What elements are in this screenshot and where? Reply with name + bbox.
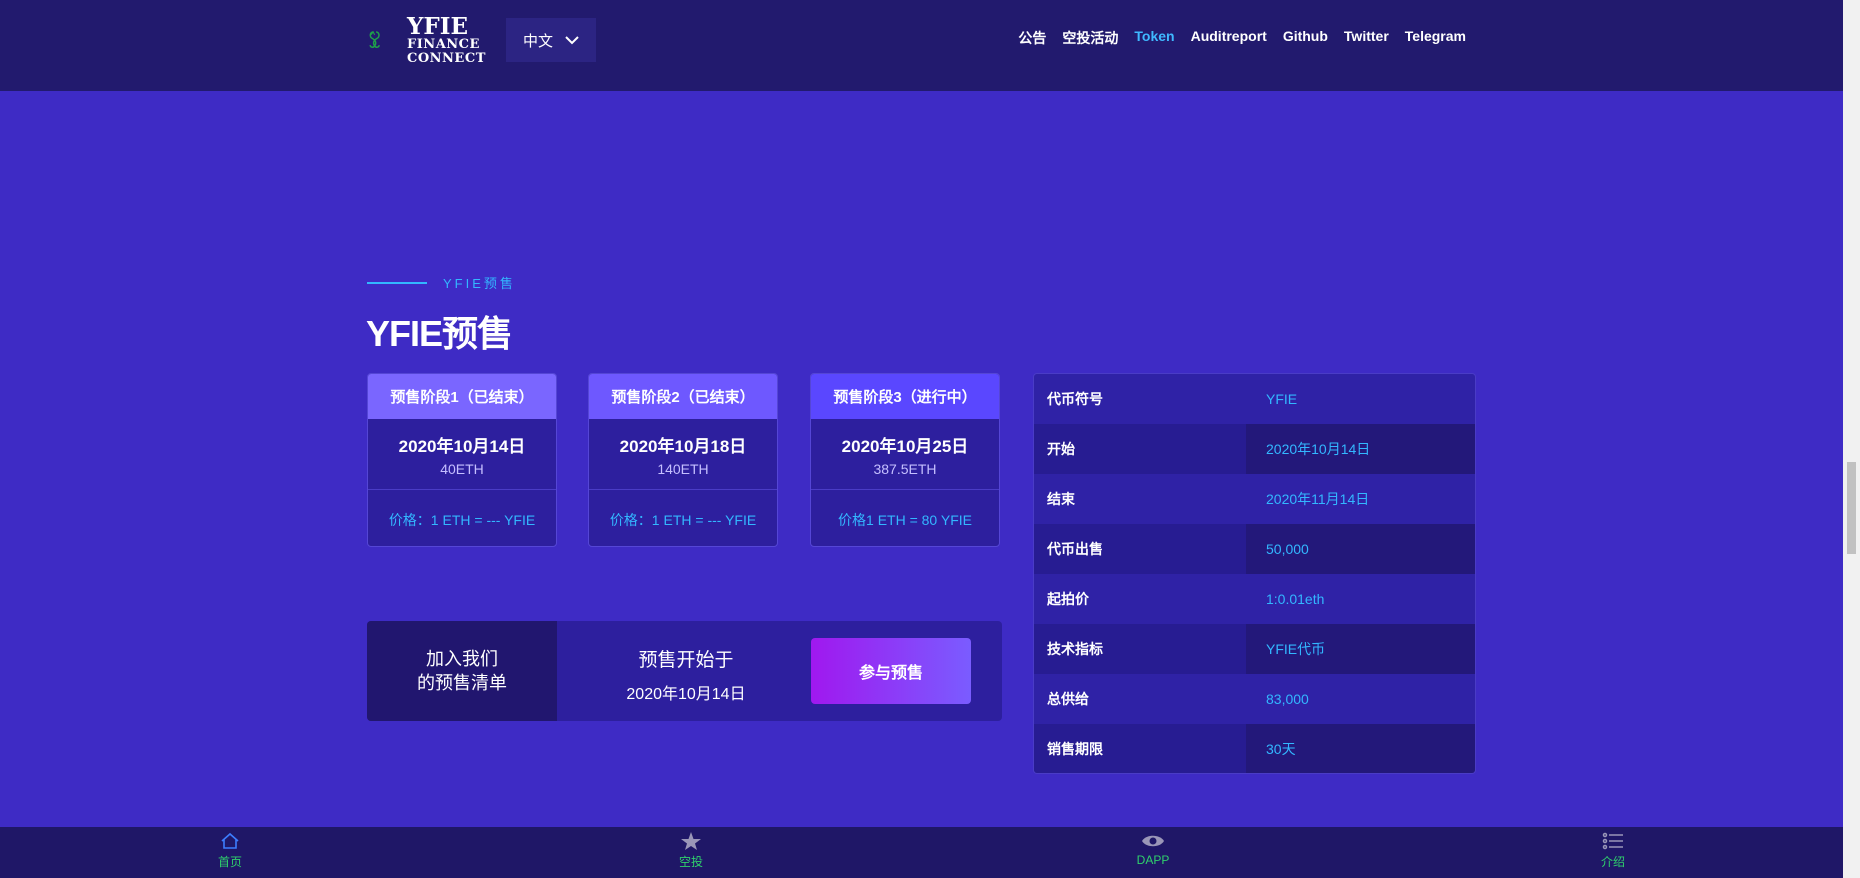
row-key: 起拍价: [1034, 574, 1246, 624]
table-row: 起拍价 1:0.01eth: [1034, 574, 1475, 624]
page-scrollbar[interactable]: [1843, 0, 1860, 878]
nav-github[interactable]: Github: [1283, 28, 1328, 48]
tab-airdrop[interactable]: 空投: [651, 831, 731, 870]
stage-amount: 140ETH: [657, 461, 709, 477]
table-row: 总供给 83,000: [1034, 674, 1475, 724]
token-info-table: 代币符号 YFIE 开始 2020年10月14日 结束 2020年11月14日 代币出…: [1033, 373, 1476, 774]
nav-auditreport[interactable]: Auditreport: [1191, 28, 1267, 48]
nav-announcement[interactable]: 公告: [1018, 28, 1046, 48]
table-row: 结束 2020年11月14日: [1034, 474, 1475, 524]
table-row: 开始 2020年10月14日: [1034, 424, 1475, 474]
table-row: 代币出售 50,000: [1034, 524, 1475, 574]
row-key: 代币符号: [1034, 374, 1246, 424]
row-key: 开始: [1034, 424, 1246, 474]
tab-dapp-label: DAPP: [1136, 853, 1170, 867]
logo-line3: CONNECT: [407, 51, 486, 66]
stage-amount: 387.5ETH: [873, 461, 937, 477]
row-key: 总供给: [1034, 674, 1246, 724]
stage-info: 2020年10月18日 140ETH: [589, 419, 777, 490]
table-row: 代币符号 YFIE: [1034, 374, 1475, 424]
row-key: 销售期限: [1034, 724, 1246, 773]
stage-amount: 40ETH: [440, 461, 484, 477]
stage-price: 价格：1 ETH = --- YFIE: [609, 512, 757, 528]
stage-info: 2020年10月14日 40ETH: [368, 419, 556, 490]
stage-date: 2020年10月14日: [398, 437, 526, 456]
stage-title: 预售阶段2（已结束）: [589, 374, 777, 419]
join-line1: 加入我们: [426, 649, 498, 669]
nav-token[interactable]: Token: [1134, 28, 1174, 48]
nav-twitter[interactable]: Twitter: [1344, 28, 1389, 48]
join-line2: 的预售清单: [417, 673, 507, 693]
nav-airdrop[interactable]: 空投活动: [1062, 28, 1118, 48]
presale-start-label: 预售开始于: [638, 650, 734, 671]
tab-intro-label: 介绍: [1600, 855, 1625, 869]
home-icon: [221, 832, 239, 849]
top-header: YFIE FINANCE CONNECT 中文 公告 空投活动 Token Au…: [0, 0, 1843, 91]
row-value: 30天: [1246, 724, 1475, 773]
row-key: 结束: [1034, 474, 1246, 524]
stage-date: 2020年10月18日: [619, 437, 747, 456]
presale-join-panel: 加入我们 的预售清单 预售开始于 2020年10月14日 参与预售: [367, 621, 1002, 721]
stage-price: 价格：1 ETH = --- YFIE: [388, 512, 536, 528]
tab-dapp[interactable]: DAPP: [1113, 831, 1193, 867]
row-value: YFIE代币: [1246, 624, 1475, 674]
stage-price: 价格1 ETH = 80 YFIE: [838, 512, 972, 528]
bottom-tab-bar: 首页 空投 DAPP 介绍: [0, 827, 1843, 878]
nav-telegram[interactable]: Telegram: [1405, 28, 1466, 48]
stage-title: 预售阶段1（已结束）: [368, 374, 556, 419]
row-value: 2020年11月14日: [1246, 474, 1475, 524]
airdrop-icon: [681, 832, 701, 850]
main-nav: 公告 空投活动 Token Auditreport Github Twitter…: [1018, 28, 1466, 48]
chevron-down-icon: [565, 36, 579, 45]
join-list-text: 加入我们 的预售清单: [367, 621, 557, 721]
eyebrow-line: [367, 281, 427, 284]
tab-home[interactable]: 首页: [190, 831, 270, 870]
stage-title: 预售阶段3（进行中）: [811, 374, 999, 419]
page-title: YFIE预售: [366, 313, 513, 354]
scrollbar-thumb[interactable]: [1847, 462, 1856, 554]
eyebrow-text: YFIE预售: [443, 276, 516, 291]
logo-line2: FINANCE: [407, 37, 480, 52]
section-eyebrow: YFIE预售: [367, 273, 516, 292]
row-key: 代币出售: [1034, 524, 1246, 574]
tab-intro[interactable]: 介绍: [1573, 831, 1653, 870]
presale-stage-1: 预售阶段1（已结束） 2020年10月14日 40ETH 价格：1 ETH = …: [367, 373, 557, 547]
language-label: 中文: [522, 32, 553, 50]
list-icon: [1602, 832, 1623, 850]
presale-start-date: 2020年10月14日: [626, 686, 746, 703]
logo-line1: YFIE: [407, 13, 469, 40]
eye-icon: [1142, 835, 1164, 847]
tab-airdrop-label: 空投: [678, 855, 703, 869]
stage-date: 2020年10月25日: [841, 437, 969, 456]
table-row: 技术指标 YFIE代币: [1034, 624, 1475, 674]
row-value: 50,000: [1246, 524, 1475, 574]
row-value: 2020年10月14日: [1246, 424, 1475, 474]
presale-stage-2: 预售阶段2（已结束） 2020年10月18日 140ETH 价格：1 ETH =…: [588, 373, 778, 547]
presale-stage-3: 预售阶段3（进行中） 2020年10月25日 387.5ETH 价格1 ETH …: [810, 373, 1000, 547]
join-presale-button[interactable]: 参与预售: [811, 638, 971, 704]
table-row: 销售期限 30天: [1034, 724, 1475, 773]
language-select[interactable]: 中文: [506, 18, 596, 62]
logo-wordmark[interactable]: YFIE FINANCE CONNECT: [407, 13, 486, 66]
row-value: 83,000: [1246, 674, 1475, 724]
row-value: 1:0.01eth: [1246, 574, 1475, 624]
row-value: YFIE: [1246, 374, 1475, 424]
tab-home-label: 首页: [217, 855, 242, 869]
presale-start-info: 预售开始于 2020年10月14日: [557, 621, 815, 721]
row-key: 技术指标: [1034, 624, 1246, 674]
stage-info: 2020年10月25日 387.5ETH: [811, 419, 999, 490]
